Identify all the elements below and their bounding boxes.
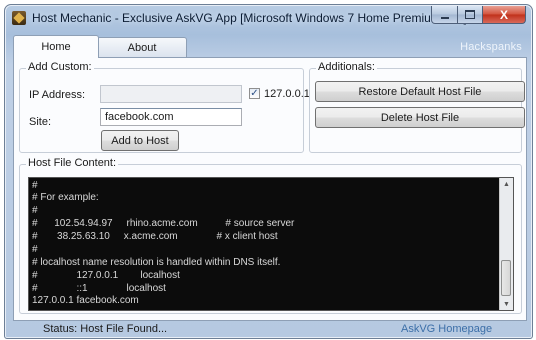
host-content-group: Host File Content: # # For example: # # … <box>19 157 522 314</box>
tab-about[interactable]: About <box>97 37 187 57</box>
app-window: Host Mechanic - Exclusive AskVG App [Mic… <box>4 4 533 339</box>
tab-home-label: Home <box>41 41 71 53</box>
host-line: # <box>32 205 38 216</box>
add-to-host-button[interactable]: Add to Host <box>101 130 179 151</box>
brand-watermark: Hackspanks <box>460 41 522 53</box>
ip-address-field[interactable] <box>100 85 242 103</box>
vertical-scrollbar[interactable]: ▲ ▼ <box>499 178 513 310</box>
host-line: 127.0.0.1 facebook.com <box>32 295 139 306</box>
app-icon <box>12 11 26 25</box>
scroll-down-icon[interactable]: ▼ <box>500 298 513 310</box>
host-file-textarea[interactable]: # # For example: # # 102.54.94.97 rhino.… <box>28 177 514 311</box>
host-line: # For example: <box>32 192 99 203</box>
scroll-up-icon[interactable]: ▲ <box>500 178 513 190</box>
host-line: # 38.25.63.10 x.acme.com # x client host <box>32 231 278 242</box>
ip-address-label: IP Address: <box>29 89 86 101</box>
host-line: # 127.0.0.1 localhost <box>32 270 180 281</box>
home-panel: Add Custom: IP Address: ✓ 127.0.0.1 Site… <box>13 57 527 321</box>
close-icon: X <box>499 7 508 22</box>
minimize-icon <box>440 16 449 19</box>
caption-buttons: X <box>431 6 526 24</box>
askvg-homepage-link[interactable]: AskVG Homepage <box>401 323 492 335</box>
tab-home[interactable]: Home <box>13 35 99 58</box>
status-bar: Status: Host File Found... AskVG Homepag… <box>13 321 525 337</box>
loopback-checkbox[interactable]: ✓ <box>249 88 260 99</box>
host-line: # localhost name resolution is handled w… <box>32 257 281 268</box>
status-text: Status: Host File Found... <box>43 323 168 335</box>
host-line: # <box>32 244 38 255</box>
host-line: # <box>32 180 38 191</box>
add-custom-title: Add Custom: <box>26 61 94 73</box>
additionals-title: Additionals: <box>316 61 377 73</box>
close-button[interactable]: X <box>483 6 526 24</box>
loopback-label: 127.0.0.1 <box>264 88 310 100</box>
tab-about-label: About <box>127 41 157 54</box>
restore-default-button[interactable]: Restore Default Host File <box>315 81 525 102</box>
checkmark-icon: ✓ <box>250 88 259 99</box>
delete-host-file-button[interactable]: Delete Host File <box>315 107 525 128</box>
title-bar[interactable]: Host Mechanic - Exclusive AskVG App [Mic… <box>5 5 532 31</box>
minimize-button[interactable] <box>431 6 458 24</box>
host-line: # ::1 localhost <box>32 283 166 294</box>
additionals-group: Additionals: Restore Default Host File D… <box>309 61 525 153</box>
maximize-button[interactable] <box>458 6 483 24</box>
maximize-icon <box>465 10 475 19</box>
add-custom-group: Add Custom: IP Address: ✓ 127.0.0.1 Site… <box>19 61 310 153</box>
site-label: Site: <box>29 116 52 128</box>
host-line: # 102.54.94.97 rhino.acme.com # source s… <box>32 218 295 229</box>
host-content-title: Host File Content: <box>26 157 119 169</box>
scrollbar-thumb[interactable] <box>501 260 511 296</box>
site-field[interactable]: facebook.com <box>100 108 242 126</box>
window-title: Host Mechanic - Exclusive AskVG App [Mic… <box>32 11 467 25</box>
